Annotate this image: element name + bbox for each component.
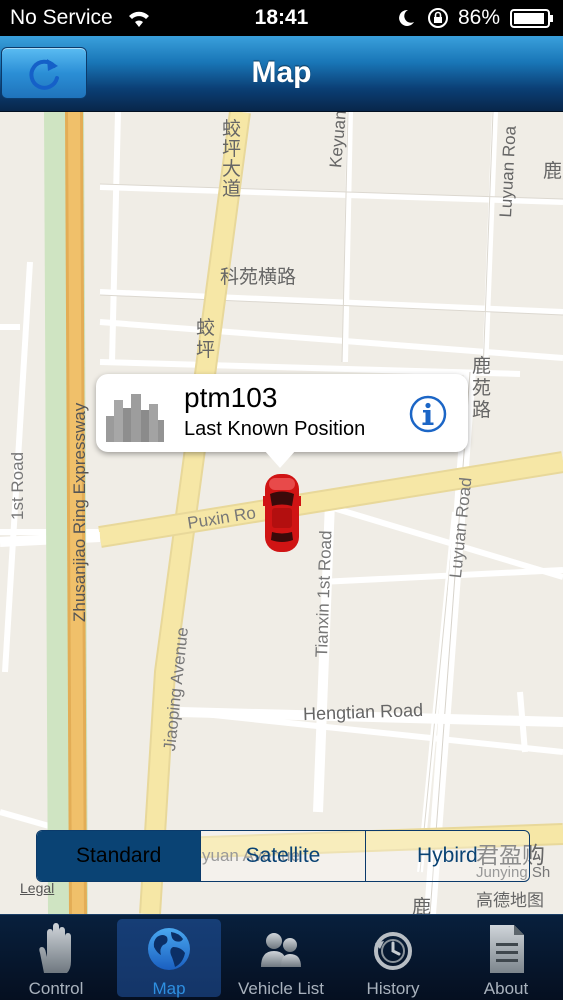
map-label: 鹿 xyxy=(412,897,432,914)
map-type-standard[interactable]: Standard xyxy=(37,831,201,881)
hand-icon xyxy=(39,923,71,973)
tab-control[interactable]: Control xyxy=(0,915,112,1000)
info-icon[interactable] xyxy=(408,394,448,434)
tab-about[interactable]: About xyxy=(450,915,562,1000)
city-buildings-icon xyxy=(106,394,164,442)
tab-label: About xyxy=(483,979,529,998)
tab-label: Control xyxy=(28,979,84,998)
document-icon xyxy=(490,925,524,973)
callout-tail xyxy=(264,450,296,468)
tab-bar: Control Map Vehicle List History About xyxy=(0,914,563,1000)
map-type-segmented-control[interactable]: Standard Satellite Hybird xyxy=(36,830,530,882)
legal-link[interactable]: Legal xyxy=(20,880,54,896)
users-icon xyxy=(261,933,301,967)
map-label: 1st Road xyxy=(8,451,27,520)
navigation-bar: Map xyxy=(0,36,563,112)
battery-icon xyxy=(510,9,553,28)
tab-label: Vehicle List xyxy=(238,979,324,998)
map-label: Zhusanjiao Ring Expressway xyxy=(70,402,89,622)
map-label: 鹿 xyxy=(543,161,563,182)
map-type-satellite[interactable]: Satellite xyxy=(200,831,365,881)
callout-title: ptm103 xyxy=(184,382,278,413)
map-type-hybrid[interactable]: Hybird xyxy=(364,831,529,881)
red-car-icon[interactable] xyxy=(262,472,302,554)
callout-subtitle: Last Known Position xyxy=(184,418,366,440)
map-label: 蛟坪大道 xyxy=(222,119,242,200)
map-label: Hengtian Road xyxy=(302,699,424,725)
history-icon xyxy=(374,932,412,970)
map-label: 鹿苑路 xyxy=(472,356,492,421)
tab-label: Map xyxy=(152,979,186,998)
tab-label: History xyxy=(366,979,420,998)
tab-map[interactable]: Map xyxy=(113,915,225,1000)
rotation-lock-icon xyxy=(428,8,448,28)
map-provider-label: 高德地图 xyxy=(476,891,544,910)
status-bar: No Service 18:41 86% xyxy=(0,0,563,36)
tab-history[interactable]: History xyxy=(337,915,449,1000)
map-label: 科苑横路 xyxy=(220,267,297,288)
map-view[interactable]: 蛟坪大道 科苑横路 Keyuan 3rd Luyuan Roa 鹿 蛟坪 鹿苑路… xyxy=(0,112,563,914)
map-label: 蛟坪 xyxy=(196,318,216,361)
page-title: Map xyxy=(251,56,312,89)
globe-icon xyxy=(148,928,190,970)
vehicle-callout[interactable]: ptm103 Last Known Position xyxy=(96,374,468,468)
tab-vehicle-list[interactable]: Vehicle List xyxy=(225,915,337,1000)
moon-icon xyxy=(399,9,414,26)
battery-percent: 86% xyxy=(458,6,501,29)
